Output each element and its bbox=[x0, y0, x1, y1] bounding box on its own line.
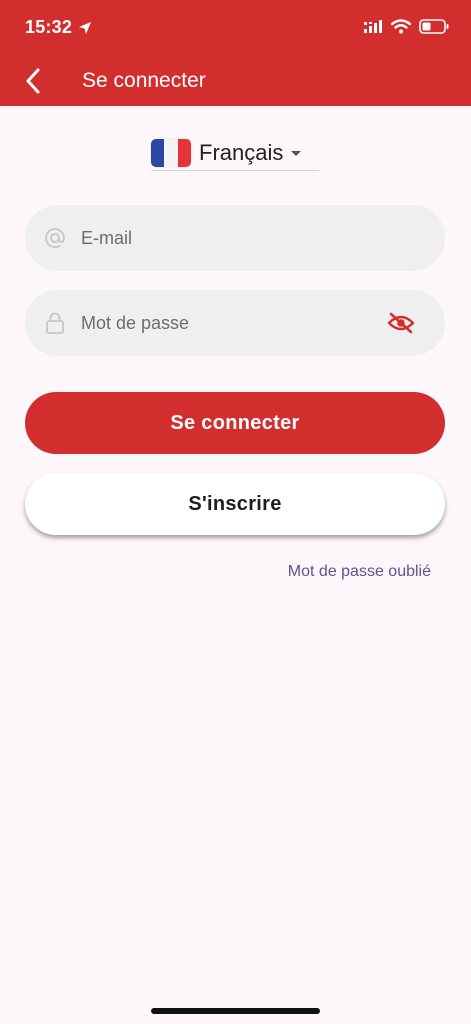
wifi-icon bbox=[391, 19, 411, 34]
language-selector[interactable]: Français bbox=[151, 136, 319, 171]
status-icons bbox=[363, 19, 449, 34]
signup-button[interactable]: S'inscrire bbox=[25, 473, 445, 535]
france-flag-icon bbox=[151, 139, 191, 167]
caret-down-icon bbox=[291, 150, 302, 156]
status-bar: 15:32 bbox=[0, 0, 471, 56]
home-indicator[interactable] bbox=[151, 1008, 320, 1014]
language-label: Français bbox=[199, 140, 284, 165]
back-button[interactable] bbox=[18, 64, 48, 98]
battery-icon bbox=[419, 19, 449, 34]
location-arrow-icon bbox=[79, 21, 92, 34]
forgot-password-link[interactable]: Mot de passe oublié bbox=[288, 563, 431, 581]
email-field[interactable] bbox=[25, 205, 445, 271]
page-title: Se connecter bbox=[82, 69, 206, 92]
lock-icon bbox=[43, 311, 67, 335]
app-header: 15:32 Se connecter bbox=[0, 0, 471, 106]
login-button[interactable]: Se connecter bbox=[25, 392, 445, 454]
password-input[interactable] bbox=[79, 302, 373, 344]
eye-off-icon bbox=[387, 312, 415, 334]
email-input[interactable] bbox=[79, 217, 373, 259]
signal-icon bbox=[364, 19, 382, 33]
chevron-left-icon bbox=[26, 68, 40, 94]
toggle-password-visibility[interactable] bbox=[387, 310, 415, 336]
status-time-group: 15:32 bbox=[25, 17, 92, 38]
at-sign-icon bbox=[43, 226, 67, 250]
status-time: 15:32 bbox=[25, 17, 73, 37]
nav-bar: Se connecter bbox=[0, 56, 471, 106]
password-field[interactable] bbox=[25, 290, 445, 356]
